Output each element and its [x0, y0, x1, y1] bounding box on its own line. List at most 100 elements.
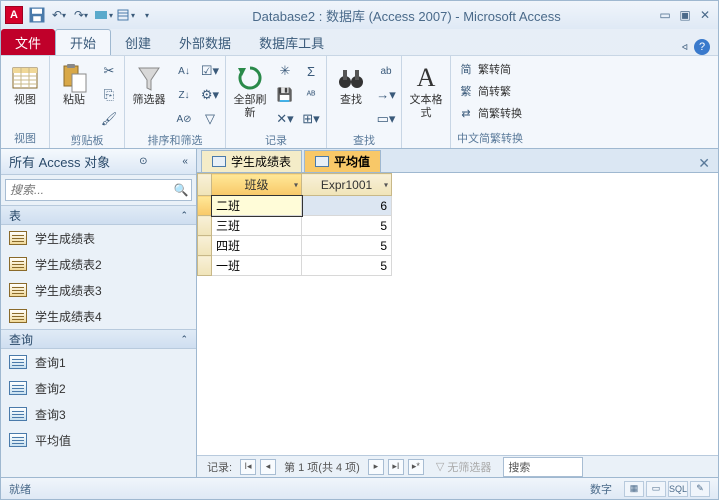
more-records-icon[interactable]: ⊞▾ [300, 108, 322, 130]
navcat-tables[interactable]: 表⌃ [1, 205, 196, 225]
dropdown-icon[interactable]: ▾ [384, 180, 388, 189]
prev-record-button[interactable]: ◂ [260, 459, 276, 475]
navpane-header[interactable]: 所有 Access 对象 ⊙ « [1, 149, 196, 175]
undo-icon[interactable]: ↶▾ [49, 5, 69, 25]
qat-btn[interactable]: ▾ [93, 5, 113, 25]
advanced-filter-icon[interactable]: ⚙▾ [199, 84, 221, 106]
cut-icon[interactable]: ✂ [98, 60, 120, 82]
refresh-all-button[interactable]: 全部刷新 [230, 60, 270, 122]
cell[interactable]: 一班 [212, 256, 302, 276]
format-painter-icon[interactable]: 🖌 [98, 108, 120, 130]
navitem-table[interactable]: 学生成绩表3 [1, 277, 196, 303]
search-input[interactable] [6, 180, 171, 200]
tab-home[interactable]: 开始 [55, 29, 111, 55]
cell[interactable]: 5 [302, 216, 392, 236]
query-icon [9, 381, 27, 395]
refresh-icon [234, 62, 266, 94]
navitem-query[interactable]: 查询2 [1, 375, 196, 401]
sort-asc-icon[interactable]: A↓ [173, 60, 195, 82]
row-header[interactable] [198, 216, 212, 236]
new-record-icon[interactable]: ✳ [274, 60, 296, 82]
cell[interactable]: 三班 [212, 216, 302, 236]
navitem-table[interactable]: 学生成绩表2 [1, 251, 196, 277]
replace-icon[interactable]: ab [375, 60, 397, 82]
first-record-button[interactable]: I◂ [240, 459, 256, 475]
column-header[interactable]: Expr1001▾ [302, 174, 392, 196]
table-icon [9, 283, 27, 297]
text-format-button[interactable]: A 文本格式 [406, 60, 446, 122]
close-button[interactable]: ✕ [696, 6, 714, 24]
record-search-input[interactable]: 搜索 [503, 457, 583, 477]
view-form-icon[interactable]: ▭ [646, 481, 666, 497]
redo-icon[interactable]: ↷▾ [71, 5, 91, 25]
navitem-table[interactable]: 学生成绩表 [1, 225, 196, 251]
chs-convert-button[interactable]: ⇄简繁转换 [455, 104, 525, 122]
tab-database-tools[interactable]: 数据库工具 [245, 29, 338, 55]
tab-external-data[interactable]: 外部数据 [165, 29, 245, 55]
row-selector-header[interactable] [198, 174, 212, 196]
row-header[interactable] [198, 256, 212, 276]
trad-to-simp-button[interactable]: 简繁转简 [455, 60, 525, 78]
table-icon [9, 309, 27, 323]
cell[interactable]: 二班 [212, 196, 302, 216]
next-record-button[interactable]: ▸ [368, 459, 384, 475]
chevron-left-icon[interactable]: « [182, 156, 188, 167]
cell[interactable]: 5 [302, 256, 392, 276]
cell[interactable]: 5 [302, 236, 392, 256]
maximize-button[interactable]: ▣ [676, 6, 694, 24]
navpane-search[interactable]: 🔍 [5, 179, 192, 201]
view-datasheet-icon[interactable]: ▦ [624, 481, 644, 497]
save-record-icon[interactable]: 💾 [274, 84, 296, 106]
simp-to-trad-button[interactable]: 繁简转繁 [455, 82, 525, 100]
tab-create[interactable]: 创建 [111, 29, 165, 55]
view-button[interactable]: 视图 [5, 60, 45, 109]
doctab-query[interactable]: 平均值 [304, 150, 381, 172]
totals-icon[interactable]: Σ [300, 60, 322, 82]
row-header[interactable] [198, 196, 212, 216]
doctab-table[interactable]: 学生成绩表 [201, 150, 302, 172]
column-header[interactable]: 班级▾ [212, 174, 302, 196]
qat-btn[interactable]: ▾ [115, 5, 135, 25]
navitem-query[interactable]: 平均值 [1, 427, 196, 453]
last-record-button[interactable]: ▸I [388, 459, 404, 475]
tab-file[interactable]: 文件 [1, 29, 55, 55]
close-tab-icon[interactable]: ✕ [690, 155, 718, 172]
query-icon [9, 433, 27, 447]
minimize-button[interactable]: ▭ [656, 6, 674, 24]
spelling-icon[interactable]: ᴬᴮ [300, 84, 322, 106]
filter-button[interactable]: 筛选器 [129, 60, 169, 109]
datasheet[interactable]: 班级▾ Expr1001▾ 二班 6 三班 5 [197, 173, 718, 455]
navitem-table[interactable]: 学生成绩表4 [1, 303, 196, 329]
clear-sort-icon[interactable]: A⊘ [173, 108, 195, 130]
table-row[interactable]: 四班 5 [198, 236, 392, 256]
group-find: 查找 [331, 130, 397, 150]
cell[interactable]: 6 [302, 196, 392, 216]
navcat-queries[interactable]: 查询⌃ [1, 329, 196, 349]
new-record-button[interactable]: ▸* [408, 459, 424, 475]
toggle-filter-icon[interactable]: ▽ [199, 108, 221, 130]
row-header[interactable] [198, 236, 212, 256]
view-design-icon[interactable]: ✎ [690, 481, 710, 497]
search-icon[interactable]: 🔍 [171, 180, 191, 200]
table-row[interactable]: 三班 5 [198, 216, 392, 236]
save-icon[interactable] [27, 5, 47, 25]
view-sql-icon[interactable]: SQL [668, 481, 688, 497]
collapse-icon[interactable]: ⊙ [139, 156, 147, 167]
minimize-ribbon-icon[interactable]: ᐊ [682, 43, 688, 52]
table-row[interactable]: 二班 6 [198, 196, 392, 216]
help-icon[interactable]: ? [694, 39, 710, 55]
selection-filter-icon[interactable]: ☑▾ [199, 60, 221, 82]
table-row[interactable]: 一班 5 [198, 256, 392, 276]
copy-icon[interactable]: ⎘ [98, 84, 120, 106]
select-icon[interactable]: ▭▾ [375, 108, 397, 130]
goto-icon[interactable]: →▾ [375, 84, 397, 106]
find-button[interactable]: 查找 [331, 60, 371, 109]
qat-customize-icon[interactable]: ▾ [137, 5, 157, 25]
cell[interactable]: 四班 [212, 236, 302, 256]
paste-button[interactable]: 粘贴 [54, 60, 94, 109]
sort-desc-icon[interactable]: Z↓ [173, 84, 195, 106]
navitem-query[interactable]: 查询1 [1, 349, 196, 375]
delete-record-icon[interactable]: ✕▾ [274, 108, 296, 130]
dropdown-icon[interactable]: ▾ [294, 180, 298, 189]
navitem-query[interactable]: 查询3 [1, 401, 196, 427]
